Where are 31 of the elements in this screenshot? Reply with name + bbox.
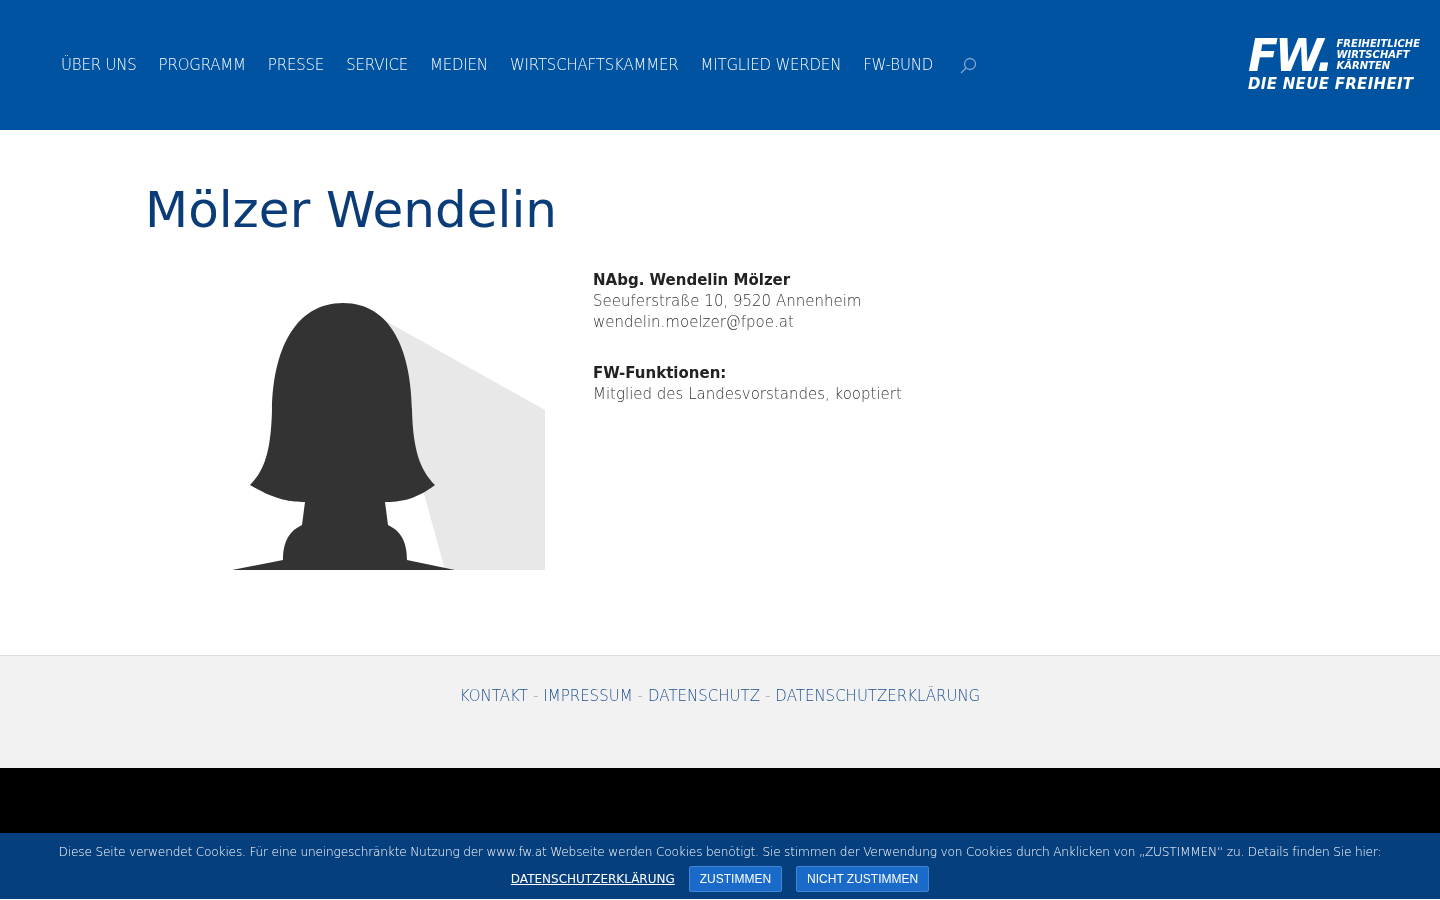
contact-address: Seeuferstraße 10, 9520 Annenheim bbox=[593, 291, 863, 312]
decline-button[interactable]: NICHT ZUSTIMMEN bbox=[796, 866, 930, 892]
nav-link[interactable]: MITGLIED WERDEN bbox=[689, 56, 853, 74]
footer-link[interactable]: DATENSCHUTZERKLÄRUNG bbox=[775, 687, 981, 705]
functions-heading: FW-Funktionen: bbox=[593, 363, 728, 384]
functions-text: Mitglied des Landesvorstandes, kooptiert bbox=[593, 384, 902, 405]
nav-link[interactable]: WIRTSCHAFTSKAMMER bbox=[498, 56, 690, 74]
logo-text: FREIHEITLICHE bbox=[1336, 38, 1420, 49]
logo-slogan: DIE NEUE FREIHEIT bbox=[1248, 75, 1415, 93]
separator: - bbox=[764, 687, 771, 705]
page-title: Mölzer Wendelin bbox=[145, 180, 558, 240]
cookie-message: Diese Seite verwendet Cookies. Für eine uneingeschränkte Nutzung der www.fw.at Webseite werden Cookies benötigt. Sie stimmen der Verwendung von Cookies durch Anklicken von „ZUSTIMMEN“ zu. Details finden Sie hier: bbox=[57, 845, 1383, 859]
search-icon[interactable] bbox=[960, 56, 978, 74]
contact-email: wendelin.moelzer@fpoe.at bbox=[593, 312, 795, 333]
privacy-link[interactable]: DATENSCHUTZERKLÄRUNG bbox=[510, 872, 675, 886]
nav-link[interactable]: SERVICE bbox=[335, 56, 419, 74]
nav-link[interactable]: FW-BUND bbox=[852, 56, 945, 74]
footer-link[interactable]: IMPRESSUM bbox=[543, 687, 633, 705]
footer-link[interactable]: DATENSCHUTZ bbox=[648, 687, 760, 705]
contact-name: NAbg. Wendelin Mölzer bbox=[593, 270, 792, 291]
nav-link[interactable]: ÜBER UNS bbox=[50, 56, 148, 74]
accept-button[interactable]: ZUSTIMMEN bbox=[688, 866, 783, 892]
nav-link[interactable]: PROGRAMM bbox=[147, 56, 257, 74]
nav-link[interactable]: MEDIEN bbox=[419, 56, 499, 74]
logo-text: WIRTSCHAFT bbox=[1336, 49, 1411, 60]
logo-mark: FW. bbox=[1248, 37, 1331, 75]
separator: - bbox=[637, 687, 643, 705]
footer-link[interactable]: KONTAKT bbox=[459, 687, 528, 705]
nav-link[interactable]: PRESSE bbox=[256, 56, 336, 74]
separator: - bbox=[532, 687, 539, 705]
logo-text: KÄRNTEN bbox=[1336, 60, 1391, 71]
